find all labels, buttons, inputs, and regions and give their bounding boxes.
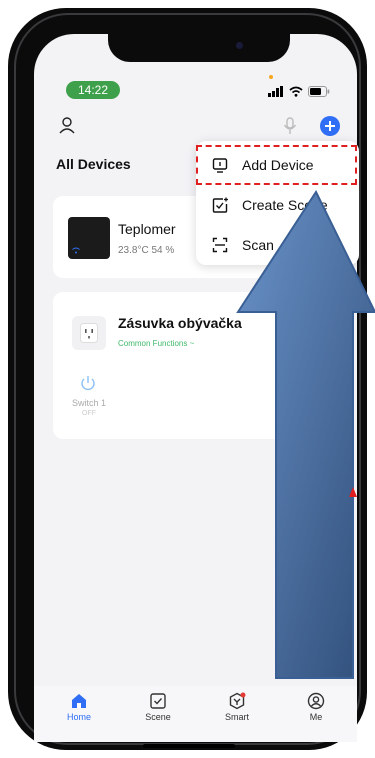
highlight-box: [196, 145, 357, 185]
red-marker-icon: [349, 487, 357, 497]
status-icons: [268, 84, 330, 98]
create-scene-icon: [212, 197, 228, 213]
tab-me[interactable]: Me: [296, 692, 336, 722]
annotation-arrow: [236, 190, 375, 679]
switch-label: Switch 1: [71, 398, 106, 408]
device-image-socket: [72, 316, 106, 350]
socket-icon: [80, 323, 98, 343]
device-image-thermometer: [68, 217, 110, 259]
tab-label: Scene: [145, 712, 171, 722]
tab-label: Home: [66, 712, 91, 722]
device-name: Zásuvka obývačka: [118, 315, 242, 331]
page-title: All Devices: [56, 156, 131, 172]
home-icon: [72, 694, 86, 708]
microphone-icon[interactable]: [283, 117, 297, 135]
scene-icon: [150, 693, 166, 709]
tab-scene[interactable]: Scene: [138, 692, 178, 722]
home-indicator: [143, 744, 235, 748]
wifi-icon: [289, 86, 303, 97]
smart-icon: [229, 692, 246, 710]
notch: [108, 16, 290, 62]
tab-label: Me: [309, 712, 323, 722]
switch-state: OFF: [82, 410, 96, 417]
privacy-indicator: [269, 75, 273, 79]
status-time: 14:22: [66, 81, 120, 99]
scan-icon: [212, 237, 228, 253]
tab-smart[interactable]: Smart: [217, 692, 257, 722]
tab-home[interactable]: Home: [59, 692, 99, 722]
power-icon[interactable]: [80, 375, 96, 391]
tab-label: Smart: [224, 712, 249, 722]
profile-icon[interactable]: [58, 116, 76, 134]
device-name: Teplomer: [118, 221, 176, 237]
wifi-small-icon: [72, 247, 80, 254]
camera: [236, 42, 243, 49]
device-reading: 23.8°C 54 %: [118, 245, 175, 256]
battery-icon: [308, 85, 330, 97]
common-functions-link[interactable]: Common Functions ~: [118, 339, 194, 348]
signal-icon: [268, 85, 283, 97]
add-button-icon[interactable]: [320, 116, 340, 136]
me-icon: [307, 692, 325, 710]
